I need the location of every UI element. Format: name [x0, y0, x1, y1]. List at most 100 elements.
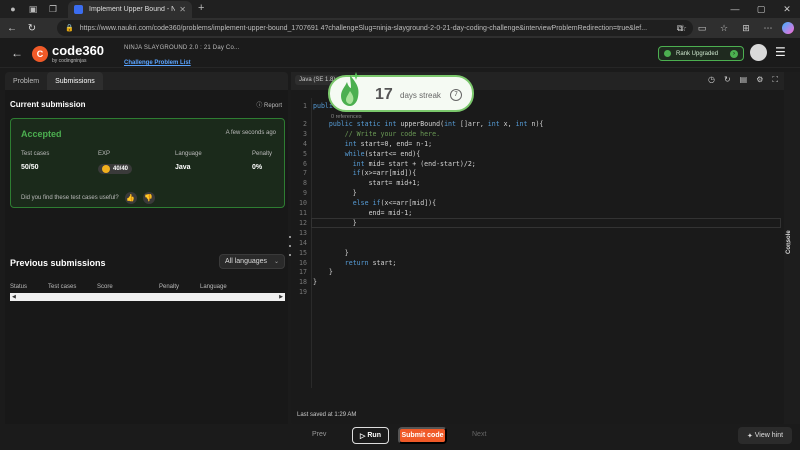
current-submission-title: Current submission: [10, 100, 86, 109]
avatar[interactable]: [750, 44, 767, 61]
stat-value: 40/40: [113, 166, 129, 172]
scroll-right-icon[interactable]: ▶: [279, 294, 283, 300]
col-penalty: Penalty: [159, 284, 180, 290]
streak-popup[interactable]: 17 days streak 7: [328, 72, 474, 112]
view-hint-button[interactable]: ✦ View hint: [738, 427, 792, 444]
hamburger-menu-icon[interactable]: ☰: [775, 45, 786, 59]
line-number: 18: [299, 278, 307, 287]
reset-code-icon[interactable]: ↻: [724, 75, 731, 85]
line-number: 16: [299, 258, 307, 267]
collections-icon[interactable]: ⊞: [738, 20, 754, 36]
line-number: 9: [303, 189, 307, 198]
back-arrow-icon[interactable]: ←: [11, 46, 23, 60]
maximize-icon[interactable]: ▢: [748, 0, 774, 18]
line-number: 8: [303, 179, 307, 188]
code-area[interactable]: 0 references 1public class Solution {2 p…: [291, 98, 784, 398]
last-saved-status: Last saved at 1:29 AM: [297, 412, 357, 418]
code360-logo[interactable]: C code360 by codingninjas: [32, 43, 104, 64]
code-line: else if(x<=arr[mid]){: [352, 199, 437, 208]
browser-tools: ⧉ ▭ ☆ ⊞ ⋯: [672, 20, 794, 36]
new-tab-icon[interactable]: +: [198, 2, 204, 14]
extensions-icon[interactable]: ⧉: [672, 20, 688, 36]
previous-submissions-title: Previous submissions: [10, 258, 106, 268]
left-tabs: Problem Submissions: [5, 72, 103, 90]
run-label: Run: [367, 432, 381, 439]
settings-icon[interactable]: ⚙: [756, 75, 763, 85]
code-line: }: [313, 268, 333, 277]
split-screen-icon[interactable]: ▭: [694, 20, 710, 36]
code-line: // Write your code here.: [313, 129, 441, 138]
workspaces-icon[interactable]: ▣: [26, 2, 40, 16]
submit-code-button[interactable]: Submit code: [398, 427, 447, 444]
code-line: while(start<= end){: [344, 149, 421, 158]
line-number: 5: [303, 149, 307, 158]
line-number: 6: [303, 159, 307, 168]
scroll-left-icon[interactable]: ◀: [12, 294, 16, 300]
report-label: Report: [263, 103, 282, 109]
code-line: }: [313, 278, 317, 287]
submission-result-card: Accepted A few seconds ago Test cases 50…: [10, 118, 285, 208]
language-filter-select[interactable]: All languages ⌄: [219, 254, 285, 269]
report-button[interactable]: ⓘ Report: [256, 100, 282, 109]
copilot-icon[interactable]: [782, 22, 794, 34]
language-filter-value: All languages: [225, 258, 268, 265]
lock-icon[interactable]: 🔒: [65, 24, 74, 32]
submissions-body: Current submission ⓘ Report Accepted A f…: [5, 90, 288, 424]
exp-pill: 40/40: [98, 164, 133, 174]
stat-label: Language: [175, 151, 202, 157]
streak-count: 17: [375, 86, 393, 103]
logo-text: code360: [52, 43, 105, 58]
stat-label: Test cases: [21, 151, 50, 157]
line-number: 12: [299, 218, 307, 227]
code-line: end= mid-1;: [313, 209, 413, 217]
app-header: ← C code360 by codingninjas NINJA SLAYGR…: [0, 38, 800, 68]
minimize-icon[interactable]: —: [722, 0, 748, 18]
horizontal-scrollbar[interactable]: ◀ ▶: [10, 293, 285, 301]
action-footer: Prev ▷ Run Submit code Next ✦ View hint: [0, 424, 800, 450]
prev-button[interactable]: Prev: [312, 431, 326, 438]
thumbs-up-icon[interactable]: 👍: [124, 192, 137, 204]
line-number: 3: [303, 129, 307, 138]
tab-actions-icon[interactable]: ❐: [46, 2, 60, 16]
profile-icon[interactable]: ●: [6, 2, 20, 16]
favorites-icon[interactable]: ☆: [716, 20, 732, 36]
submissions-table-header: Status Test cases Score Penalty Language: [10, 284, 285, 290]
stat-value: Java: [175, 164, 191, 171]
code-line: }: [313, 248, 349, 257]
fullscreen-icon[interactable]: ⛶: [772, 75, 778, 85]
code-line: int mid= start + (end-start)/2;: [352, 159, 476, 168]
console-toggle[interactable]: ‹ Console: [784, 72, 800, 424]
rank-label: Rank Upgraded: [676, 50, 719, 57]
line-number: 14: [299, 238, 307, 247]
browser-tab[interactable]: Implement Upper Bound - N ✕: [68, 1, 192, 18]
code-line: return start;: [344, 258, 397, 267]
close-tab-icon[interactable]: ✕: [179, 5, 186, 14]
tab-submissions[interactable]: Submissions: [47, 72, 103, 90]
close-window-icon[interactable]: ✕: [774, 0, 800, 18]
tab-problem[interactable]: Problem: [5, 72, 47, 90]
line-number: 2: [303, 119, 307, 128]
stat-test-cases: Test cases 50/50: [21, 151, 98, 174]
next-button[interactable]: Next: [472, 431, 486, 438]
thumbs-down-icon[interactable]: 👎: [142, 192, 155, 204]
editor-actions: ◷ ↻ ▤ ⚙ ⛶: [708, 75, 778, 85]
col-language: Language: [200, 284, 227, 290]
url-input[interactable]: 🔒 https://www.naukri.com/code360/problem…: [57, 20, 693, 36]
streak-badge: 7: [450, 89, 462, 101]
col-status: Status: [10, 284, 28, 290]
timer-icon[interactable]: ◷: [708, 75, 715, 85]
layout-icon[interactable]: ▤: [740, 75, 748, 85]
more-icon[interactable]: ⋯: [760, 20, 776, 36]
challenge-list-link[interactable]: Challenge Problem List: [124, 60, 191, 66]
refresh-icon[interactable]: ↻: [24, 20, 40, 36]
run-button[interactable]: ▷ Run: [352, 427, 389, 444]
tab-title: Implement Upper Bound - N: [89, 6, 176, 13]
tab-favicon-icon: [74, 5, 83, 14]
logo-mark-icon: C: [32, 45, 48, 62]
code-line: int start=0, end= n-1;: [344, 139, 433, 148]
submission-stats: Test cases 50/50 EXP 40/40 Language Java: [21, 151, 329, 174]
back-icon[interactable]: ←: [4, 20, 20, 36]
rank-upgraded-badge[interactable]: Rank Upgraded ›: [658, 46, 744, 61]
feedback-question: Did you find these test cases useful?: [21, 195, 119, 201]
coin-icon: [102, 165, 110, 173]
